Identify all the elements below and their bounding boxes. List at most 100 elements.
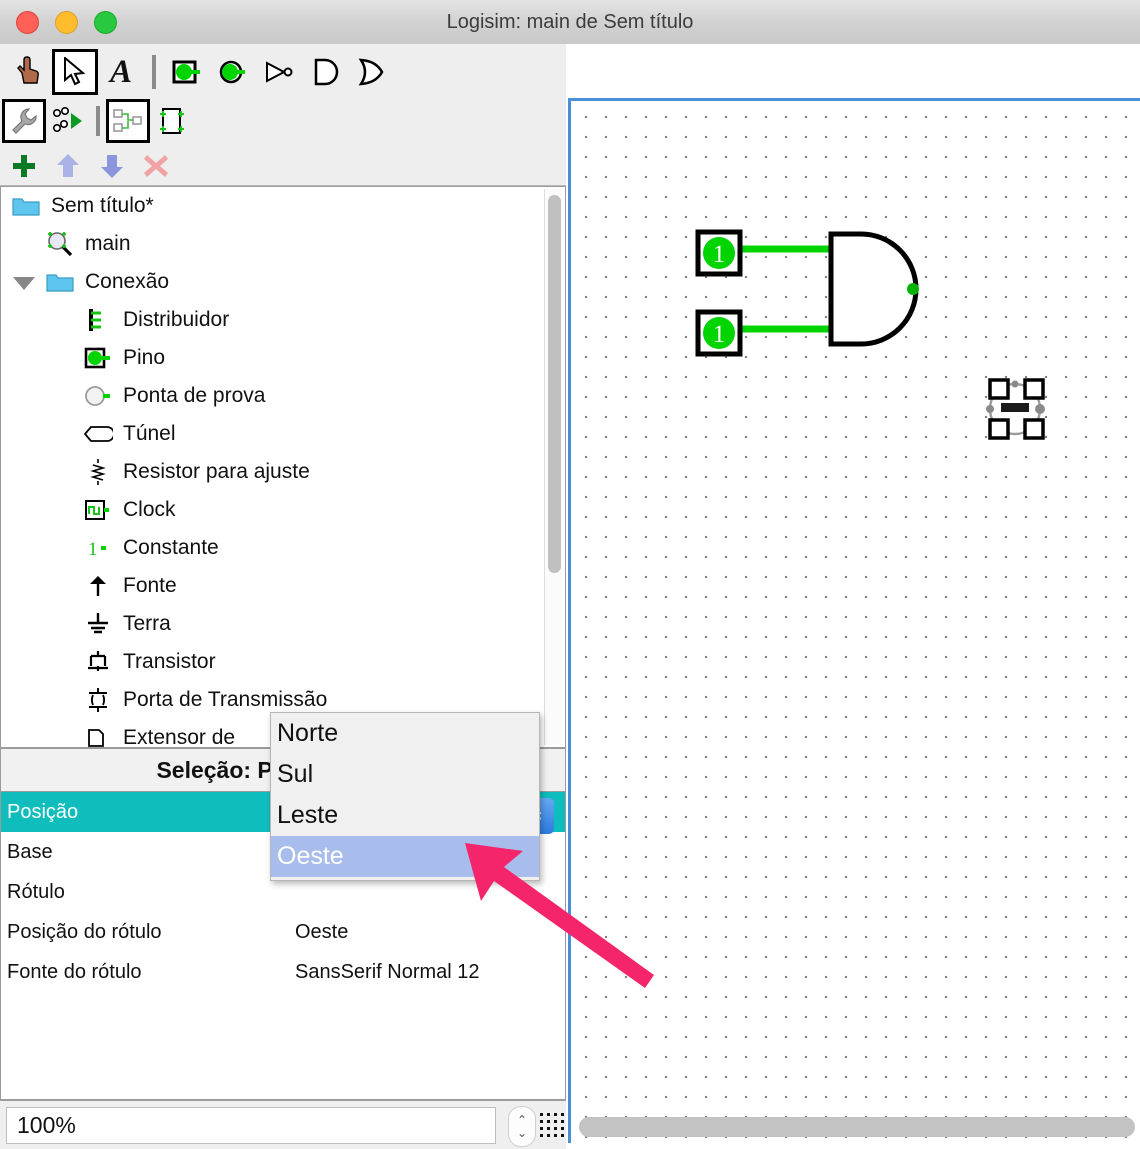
ground-icon (81, 609, 115, 639)
close-x-icon (144, 155, 168, 177)
text-tool-button[interactable]: A (98, 49, 144, 95)
tree-node-folder-conexao[interactable]: Conexão (1, 263, 565, 301)
clock-icon (81, 495, 115, 525)
tree-node-main-label: main (85, 232, 131, 255)
tree-node-project-label: Sem título* (51, 194, 154, 217)
window-title: Logisim: main de Sem título (446, 11, 694, 33)
tree-item-tunel[interactable]: Túnel (1, 415, 565, 453)
pin-icon (81, 343, 115, 373)
tree-item-terra[interactable]: Terra (1, 605, 565, 643)
pin-output-icon (219, 60, 245, 84)
tree-node-main[interactable]: main (1, 225, 565, 263)
probe-icon (81, 381, 115, 411)
and-gate-tool-button[interactable] (302, 49, 348, 95)
tree-item-label: Túnel (123, 422, 176, 445)
zoom-spinner[interactable]: ⌃ ⌄ (508, 1106, 536, 1147)
tree-item-fonte[interactable]: Fonte (1, 567, 565, 605)
property-row-fonte-do-rotulo[interactable]: Fonte do rótulo SansSerif Normal 12 (1, 952, 565, 992)
position-dropdown-menu[interactable]: Norte Sul Leste Oeste (270, 712, 540, 881)
power-icon (81, 571, 115, 601)
zoom-input[interactable]: 100% (6, 1107, 496, 1144)
tree-item-label: Fonte (123, 574, 177, 597)
simulate-tool-button[interactable] (46, 99, 90, 143)
tree-scrollbar[interactable] (544, 189, 563, 745)
logisim-window: Logisim: main de Sem título A Sem título… (0, 0, 1140, 1149)
tree-node-folder-label: Conexão (85, 270, 170, 293)
tree-scrollbar-thumb[interactable] (548, 195, 561, 573)
folder-icon (9, 191, 43, 221)
and-gate-icon (314, 58, 339, 86)
not-gate-tool-button[interactable] (256, 49, 302, 95)
dropdown-option-sul[interactable]: Sul (271, 754, 539, 795)
dropdown-option-oeste[interactable]: Oeste (271, 836, 539, 877)
tree-item-constante[interactable]: 1 Constante (1, 529, 565, 567)
tree-item-label: Porta de Transmissão (123, 688, 328, 711)
toolbar-divider (152, 55, 156, 89)
text-A-icon: A (109, 53, 132, 90)
pin-output-tool-button[interactable] (210, 49, 256, 95)
dropdown-option-norte[interactable]: Norte (271, 713, 539, 754)
tree-item-label: Terra (123, 612, 171, 635)
move-down-button[interactable] (90, 144, 134, 188)
grid-dots-icon (540, 1113, 564, 1137)
svg-text:1: 1 (713, 241, 726, 268)
move-up-button[interactable] (46, 144, 90, 188)
tree-item-pino[interactable]: Pino (1, 339, 565, 377)
svg-text:1: 1 (713, 321, 726, 348)
input-pin-2[interactable]: 1 (695, 309, 743, 357)
explorer-tree[interactable]: Sem título* main Conexão Distribuidor Pi… (0, 186, 566, 748)
transmission-gate-icon (81, 685, 115, 715)
input-pin-1[interactable]: 1 (695, 229, 743, 277)
tree-item-resistor-para-ajuste[interactable]: Resistor para ajuste (1, 453, 565, 491)
tree-item-clock[interactable]: Clock (1, 491, 565, 529)
hand-icon (17, 56, 39, 84)
canvas-hscrollbar[interactable] (579, 1117, 1135, 1137)
arrow-cursor-icon (64, 57, 86, 86)
splitter-icon (81, 305, 115, 335)
toolbar-divider-2 (96, 106, 100, 136)
tree-view-tool-button[interactable] (106, 99, 150, 143)
not-gate-icon (266, 61, 293, 83)
edit-tool-button[interactable] (2, 99, 46, 143)
chevron-down-icon[interactable] (13, 277, 35, 290)
circuit-magnifier-icon (43, 229, 77, 259)
canvas-area: 1 1 (566, 44, 1140, 1148)
svg-text:1: 1 (88, 539, 98, 560)
tree-item-label: Extensor de (123, 726, 236, 748)
spinner-down-icon[interactable]: ⌄ (517, 1126, 527, 1140)
poke-tool-button[interactable] (6, 49, 52, 95)
simulate-play-icon (52, 107, 82, 132)
tree-item-distribuidor[interactable]: Distribuidor (1, 301, 565, 339)
select-tool-button[interactable] (52, 49, 98, 95)
tree-item-label: Distribuidor (123, 308, 230, 331)
tree-item-label: Clock (123, 498, 176, 521)
pin-input-icon (172, 60, 200, 84)
add-button[interactable] (2, 144, 46, 188)
property-value[interactable]: SansSerif Normal 12 (287, 961, 565, 984)
property-key: Fonte do rótulo (7, 960, 142, 983)
property-value[interactable]: Oeste (287, 921, 565, 944)
tree-view-icon (113, 109, 142, 132)
pin-input-tool-button[interactable] (164, 49, 210, 95)
and-gate-component[interactable] (828, 231, 919, 347)
property-key: Rótulo (7, 880, 65, 903)
tree-item-label: Constante (123, 536, 219, 559)
or-gate-tool-button[interactable] (348, 49, 394, 95)
tree-node-project[interactable]: Sem título* (1, 187, 565, 225)
circuit-canvas[interactable]: 1 1 (568, 98, 1140, 1143)
tree-item-transistor[interactable]: Transistor (1, 643, 565, 681)
properties-title-text: Seleção: Po (156, 757, 287, 783)
sheet-icon (160, 108, 184, 134)
sheet-tool-button[interactable] (150, 99, 194, 143)
grid-dots-toggle[interactable] (538, 1111, 566, 1139)
dropdown-option-leste[interactable]: Leste (271, 795, 539, 836)
property-row-posicao-do-rotulo[interactable]: Posição do rótulo Oeste (1, 912, 565, 952)
probe-component[interactable] (986, 378, 1045, 440)
tree-item-ponta-de-prova[interactable]: Ponta de prova (1, 377, 565, 415)
canvas-hscrollbar-thumb[interactable] (579, 1117, 1135, 1137)
property-key: Posição (7, 800, 79, 823)
spinner-up-icon[interactable]: ⌃ (517, 1113, 527, 1127)
arrow-down-icon (101, 155, 123, 178)
remove-button[interactable] (134, 144, 178, 188)
zoom-bar: 100% ⌃ ⌄ (0, 1100, 566, 1149)
